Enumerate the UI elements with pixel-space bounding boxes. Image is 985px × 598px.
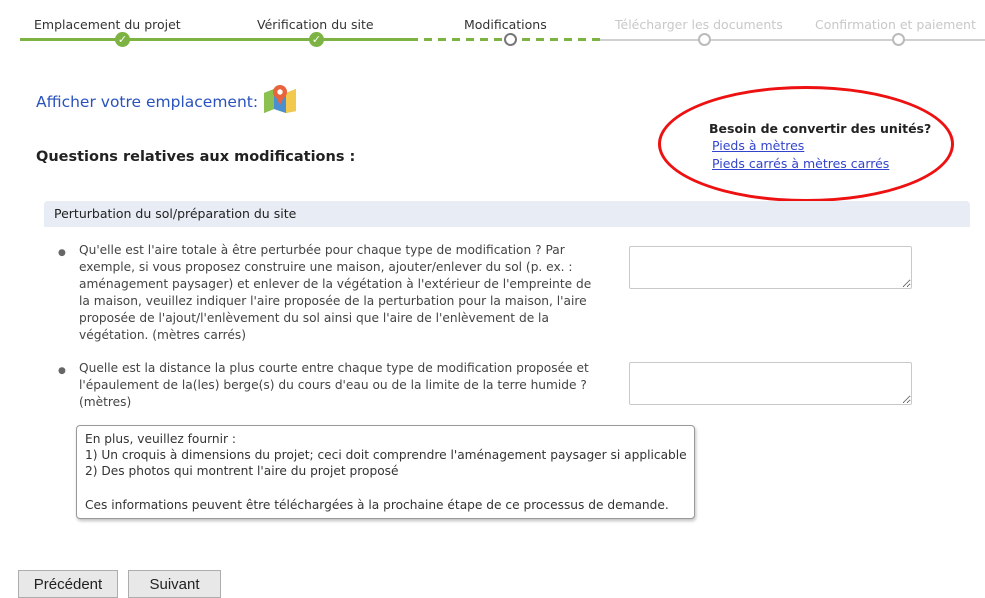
- progress-line-remaining: [600, 39, 985, 41]
- step-site-verification[interactable]: Vérification du site: [257, 17, 374, 32]
- step-confirmation-payment: Confirmation et paiement: [815, 17, 976, 32]
- question-shortest-distance: Quelle est la distance la plus courte en…: [79, 361, 589, 409]
- info-line: 1) Un croquis à dimensions du projet; ce…: [85, 448, 687, 462]
- step-future-dot-icon: [892, 33, 905, 46]
- disturbed-area-input[interactable]: [629, 246, 912, 289]
- section-header: Perturbation du sol/préparation du site: [44, 201, 970, 227]
- question-disturbed-area: Qu'elle est l'aire totale à être perturb…: [79, 243, 592, 342]
- info-line: En plus, veuillez fournir :: [85, 432, 236, 446]
- bullet-icon: ●: [58, 248, 66, 258]
- questions-heading: Questions relatives aux modifications :: [36, 149, 356, 165]
- step-project-location[interactable]: Emplacement du projet: [34, 17, 181, 32]
- step-upload-documents: Télécharger les documents: [615, 17, 783, 32]
- step-check-icon: ✓: [115, 32, 130, 47]
- highlight-circle: [658, 86, 954, 202]
- step-modifications[interactable]: Modifications: [464, 17, 547, 32]
- step-future-dot-icon: [698, 33, 711, 46]
- show-location-label: Afficher votre emplacement:: [36, 93, 259, 111]
- progress-line-complete: [20, 38, 410, 41]
- shortest-distance-input[interactable]: [629, 362, 912, 405]
- step-check-icon: ✓: [309, 32, 324, 47]
- additional-info-box: En plus, veuillez fournir : 1) Un croqui…: [76, 425, 695, 519]
- bullet-icon: ●: [58, 366, 66, 376]
- info-line: Ces informations peuvent être téléchargé…: [85, 498, 669, 512]
- section-title: Perturbation du sol/préparation du site: [54, 206, 297, 221]
- info-line: 2) Des photos qui montrent l'aire du pro…: [85, 464, 399, 478]
- step-current-dot-icon: [504, 33, 517, 46]
- map-pin-icon[interactable]: [262, 83, 298, 113]
